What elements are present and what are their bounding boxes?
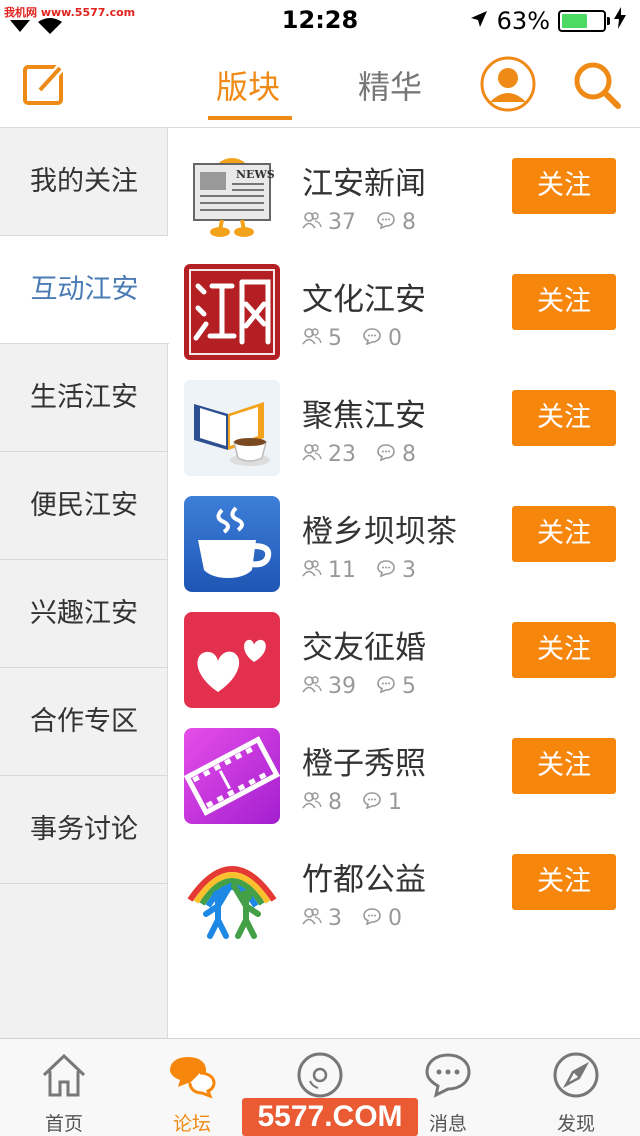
sidebar-item-life-jiangan[interactable]: 生活江安: [0, 344, 168, 452]
sidebar-item-convenience-jiangan[interactable]: 便民江安: [0, 452, 168, 560]
post-count: 8: [402, 210, 416, 235]
charity-icon: [184, 844, 280, 940]
forum-stats: 8 1: [302, 790, 402, 815]
sidebar-item-my-follows[interactable]: 我的关注: [0, 128, 168, 236]
members-icon: [302, 906, 328, 931]
members-icon: [302, 210, 328, 235]
post-count: 3: [402, 558, 416, 583]
location-arrow-icon: [469, 7, 489, 35]
member-count: 5: [328, 326, 342, 351]
forum-row[interactable]: 交友征婚 39 5 关注: [168, 592, 640, 708]
follow-button[interactable]: 关注: [512, 390, 616, 446]
members-icon: [302, 558, 328, 583]
comment-icon: [376, 442, 402, 467]
seal-icon: [184, 264, 280, 360]
forum-stats: 3 0: [302, 906, 402, 931]
comment-icon: [362, 790, 388, 815]
svg-text:NEWS: NEWS: [236, 168, 275, 181]
sidebar-item-affairs-discussion[interactable]: 事务讨论: [0, 776, 168, 884]
message-icon: [424, 1051, 472, 1099]
member-count: 11: [328, 558, 356, 583]
status-right: 63%: [469, 7, 626, 35]
tab-featured[interactable]: 精华: [358, 62, 422, 108]
members-icon: [302, 790, 328, 815]
hearts-icon: [184, 612, 280, 708]
post-count: 0: [388, 906, 402, 931]
category-sidebar: 我的关注 互动江安 生活江安 便民江安 兴趣江安 合作专区 事务讨论: [0, 128, 169, 1038]
sidebar-item-cooperation-zone[interactable]: 合作专区: [0, 668, 168, 776]
sidebar-item-interest-jiangan[interactable]: 兴趣江安: [0, 560, 168, 668]
user-avatar-icon[interactable]: [480, 56, 536, 112]
status-bar: 我机网 www.5577.com 12:28 63%: [0, 0, 640, 40]
tab-forum[interactable]: 论坛: [128, 1039, 256, 1136]
top-nav-bar: 版块 精华: [0, 40, 640, 128]
forum-title: 交友征婚: [302, 630, 426, 666]
forum-title: 橙乡坝坝茶: [302, 514, 457, 550]
forum-stats: 11 3: [302, 558, 416, 583]
forum-row[interactable]: 竹都公益 3 0 关注: [168, 824, 640, 940]
members-icon: [302, 442, 328, 467]
comment-icon: [362, 906, 388, 931]
charging-bolt-icon: [614, 7, 626, 35]
members-icon: [302, 326, 328, 351]
forum-list: NEWS 江安新闻 37 8 关注 文化江安 5 0 关注 聚焦江安 23 8 …: [168, 128, 640, 1038]
newspaper-icon: NEWS: [184, 148, 280, 244]
forum-stats: 39 5: [302, 674, 416, 699]
forum-row[interactable]: 文化江安 5 0 关注: [168, 244, 640, 360]
forum-title: 橙子秀照: [302, 746, 426, 782]
search-icon[interactable]: [572, 60, 622, 110]
tab-discover[interactable]: 发现: [512, 1039, 640, 1136]
tab-active-indicator: [208, 116, 292, 120]
forum-stats: 37 8: [302, 210, 416, 235]
forum-row[interactable]: 橙子秀照 8 1 关注: [168, 708, 640, 824]
disc-icon: [296, 1051, 344, 1099]
member-count: 37: [328, 210, 356, 235]
members-icon: [302, 674, 328, 699]
forum-title: 江安新闻: [302, 166, 426, 202]
tab-home-label: 首页: [44, 1113, 83, 1135]
chat-bubbles-icon: [168, 1051, 216, 1099]
member-count: 8: [328, 790, 342, 815]
sidebar-item-interactive-jiangan[interactable]: 互动江安: [0, 236, 169, 344]
comment-icon: [376, 558, 402, 583]
forum-row[interactable]: 橙乡坝坝茶 11 3 关注: [168, 476, 640, 592]
battery-percent: 63%: [496, 7, 550, 35]
tab-home[interactable]: 首页: [0, 1039, 128, 1136]
follow-button[interactable]: 关注: [512, 274, 616, 330]
post-count: 1: [388, 790, 402, 815]
forum-title: 竹都公益: [302, 862, 426, 898]
site-watermark: 5577.COM: [242, 1098, 418, 1136]
follow-button[interactable]: 关注: [512, 158, 616, 214]
post-count: 0: [388, 326, 402, 351]
forum-row[interactable]: NEWS 江安新闻 37 8 关注: [168, 128, 640, 244]
battery-icon: [558, 10, 610, 32]
compass-icon: [552, 1051, 600, 1099]
comment-icon: [376, 210, 402, 235]
forum-row[interactable]: 聚焦江安 23 8 关注: [168, 360, 640, 476]
compose-icon[interactable]: [22, 62, 66, 106]
follow-button[interactable]: 关注: [512, 854, 616, 910]
member-count: 3: [328, 906, 342, 931]
forum-title: 聚焦江安: [302, 398, 426, 434]
forum-title: 文化江安: [302, 282, 426, 318]
follow-button[interactable]: 关注: [512, 622, 616, 678]
follow-button[interactable]: 关注: [512, 738, 616, 794]
forum-stats: 23 8: [302, 442, 416, 467]
forum-stats: 5 0: [302, 326, 402, 351]
follow-button[interactable]: 关注: [512, 506, 616, 562]
home-icon: [40, 1051, 88, 1099]
post-count: 5: [402, 674, 416, 699]
tab-discover-label: 发现: [556, 1113, 595, 1135]
book-coffee-icon: [184, 380, 280, 476]
member-count: 23: [328, 442, 356, 467]
member-count: 39: [328, 674, 356, 699]
tab-sections[interactable]: 版块: [216, 62, 280, 108]
post-count: 8: [402, 442, 416, 467]
comment-icon: [362, 326, 388, 351]
film-icon: [184, 728, 280, 824]
tea-cup-icon: [184, 496, 280, 592]
tab-forum-label: 论坛: [172, 1113, 211, 1135]
comment-icon: [376, 674, 402, 699]
